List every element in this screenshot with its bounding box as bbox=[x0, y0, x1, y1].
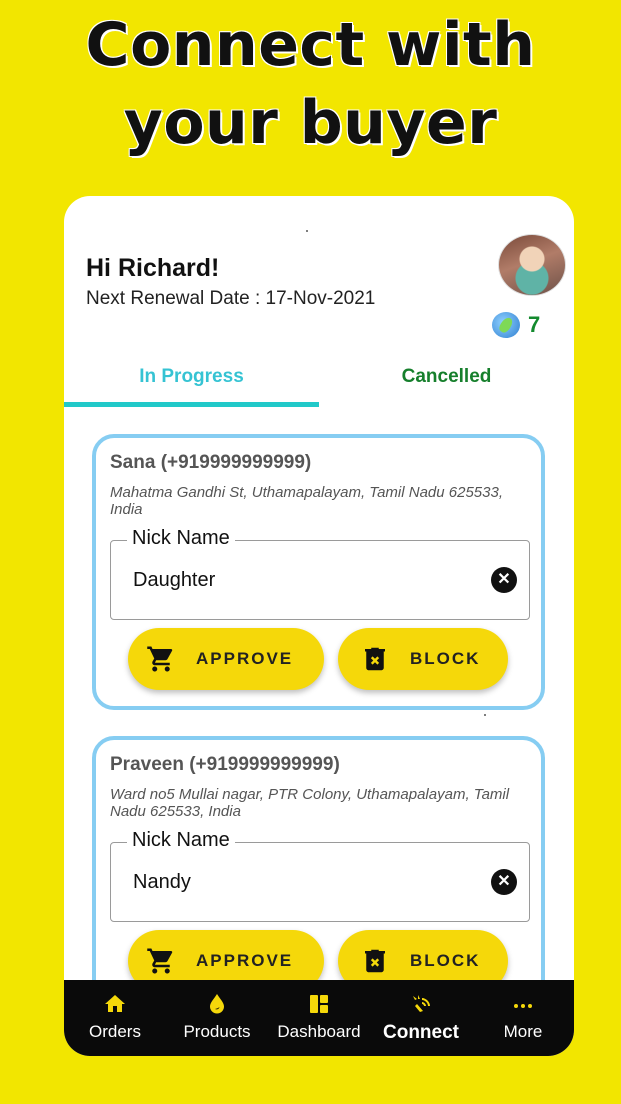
nav-label: Products bbox=[183, 1022, 251, 1041]
nav-orders[interactable]: Orders bbox=[65, 992, 165, 1042]
coin-count: 7 bbox=[528, 312, 541, 337]
nick-name-value[interactable]: Daughter bbox=[133, 569, 215, 592]
separator-dot bbox=[484, 714, 486, 716]
greeting: Hi Richard! bbox=[86, 254, 220, 282]
bottom-nav: Orders Products Dashboard Connect More bbox=[64, 980, 574, 1056]
delete-bin-icon bbox=[365, 949, 385, 973]
nav-dashboard[interactable]: Dashboard bbox=[269, 992, 369, 1042]
home-icon bbox=[105, 995, 125, 1012]
buyer-address: Mahatma Gandhi St, Uthamapalayam, Tamil … bbox=[110, 484, 503, 518]
nick-name-label: Nick Name bbox=[127, 829, 235, 852]
block-label: BLOCK bbox=[410, 951, 481, 970]
avatar[interactable] bbox=[498, 234, 566, 296]
buyer-address: Ward no5 Mullai nagar, PTR Colony, Utham… bbox=[110, 786, 510, 820]
buyer-card: Sana (+919999999999) Mahatma Gandhi St, … bbox=[92, 434, 545, 710]
nick-name-field[interactable]: Nick Name Daughter ✕ bbox=[110, 527, 530, 620]
connect-icon bbox=[413, 995, 430, 1012]
approve-button[interactable]: APPROVE bbox=[128, 628, 324, 690]
headline: Connect with your buyer bbox=[0, 6, 621, 162]
nav-label: Dashboard bbox=[277, 1022, 361, 1041]
buyer-name: Praveen (+919999999999) bbox=[110, 754, 340, 775]
tab-cancelled[interactable]: Cancelled bbox=[319, 366, 574, 388]
nick-name-value[interactable]: Nandy bbox=[133, 871, 191, 894]
clear-icon[interactable]: ✕ bbox=[491, 869, 517, 895]
coin-balance[interactable]: 7 bbox=[492, 312, 540, 338]
dashboard-icon bbox=[310, 995, 328, 1013]
clear-icon[interactable]: ✕ bbox=[491, 567, 517, 593]
tab-bar: In Progress Cancelled bbox=[64, 356, 574, 408]
renewal-date: Next Renewal Date : 17-Nov-2021 bbox=[86, 288, 376, 309]
nav-products[interactable]: Products bbox=[167, 992, 267, 1042]
buyer-name: Sana (+919999999999) bbox=[110, 452, 312, 473]
nav-more[interactable]: More bbox=[473, 992, 573, 1042]
tab-in-progress[interactable]: In Progress bbox=[64, 366, 319, 388]
nick-name-field[interactable]: Nick Name Nandy ✕ bbox=[110, 829, 530, 922]
cart-icon bbox=[147, 948, 173, 974]
nav-label: More bbox=[503, 1022, 543, 1041]
nick-name-label: Nick Name bbox=[127, 527, 235, 550]
nav-label: Connect bbox=[383, 1022, 459, 1043]
rocket-coin-icon bbox=[492, 312, 520, 338]
headline-line-2: your buyer bbox=[123, 88, 498, 158]
camera-dot bbox=[306, 230, 308, 232]
approve-label: APPROVE bbox=[196, 649, 294, 668]
block-button[interactable]: BLOCK bbox=[338, 628, 508, 690]
active-tab-indicator bbox=[64, 402, 319, 407]
approve-label: APPROVE bbox=[196, 951, 294, 970]
nav-connect[interactable]: Connect bbox=[371, 992, 471, 1044]
headline-line-1: Connect with bbox=[85, 10, 536, 80]
more-icon bbox=[514, 1004, 532, 1008]
cart-icon bbox=[147, 646, 173, 672]
app-screen: Hi Richard! Next Renewal Date : 17-Nov-2… bbox=[64, 196, 574, 1056]
nav-label: Orders bbox=[89, 1022, 141, 1041]
delete-bin-icon bbox=[365, 647, 385, 671]
block-label: BLOCK bbox=[410, 649, 481, 668]
drop-icon bbox=[210, 994, 224, 1014]
